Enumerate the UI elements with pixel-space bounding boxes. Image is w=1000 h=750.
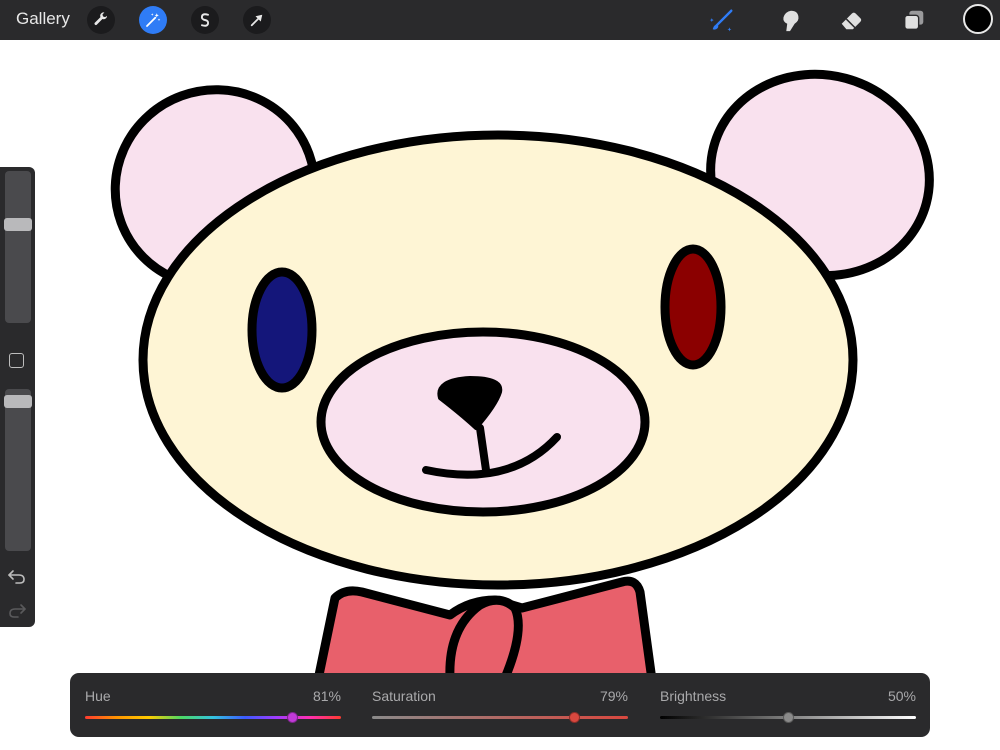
actions-button[interactable] [87,6,115,34]
brush-icon [709,9,733,32]
layers-icon [904,10,924,30]
smudge-tool-button[interactable] [776,6,804,34]
wrench-icon [94,12,107,25]
transform-arrow-icon [250,14,263,27]
transform-button[interactable] [243,6,271,34]
opacity-slider-thumb[interactable] [4,394,32,408]
eraser-tool-button[interactable] [837,6,865,34]
top-toolbar: Gallery [0,0,1000,40]
drawing-canvas[interactable] [0,40,1000,750]
selection-s-icon [200,13,210,27]
hue-value: 81% [312,688,341,704]
adjustments-button[interactable] [139,6,167,34]
eraser-icon [841,12,862,30]
left-sidebar [0,167,35,627]
left-eye [247,267,317,393]
saturation-slider[interactable] [372,716,628,719]
brightness-value: 50% [887,688,916,704]
saturation-slider-knob[interactable] [569,712,581,723]
brightness-label: Brightness [660,688,727,704]
color-picker-button[interactable] [963,4,993,34]
hue-group: Hue 81% [85,673,341,737]
brightness-group: Brightness 50% [660,673,916,737]
opacity-slider[interactable] [4,389,32,551]
selection-button[interactable] [191,6,219,34]
hue-label: Hue [85,688,111,704]
brightness-slider-knob[interactable] [783,712,794,723]
saturation-group: Saturation 79% [372,673,628,737]
magic-wand-icon [146,13,161,27]
smudge-icon [783,10,799,32]
brush-size-slider[interactable] [4,171,32,323]
saturation-value: 79% [599,688,628,704]
right-eye [660,244,726,370]
undo-icon[interactable] [7,565,27,585]
gallery-button[interactable]: Gallery [16,9,70,29]
saturation-label: Saturation [372,688,436,704]
hue-slider[interactable] [85,716,341,719]
redo-icon[interactable] [7,599,27,619]
color-hsb-panel: Hue 81% Saturation 79% Brightness 50% [70,673,930,737]
brush-size-slider-thumb[interactable] [4,218,32,232]
layers-button[interactable] [900,6,928,34]
hue-slider-knob[interactable] [287,712,299,723]
modify-button[interactable] [9,353,24,368]
brush-tool-button[interactable] [708,6,736,34]
